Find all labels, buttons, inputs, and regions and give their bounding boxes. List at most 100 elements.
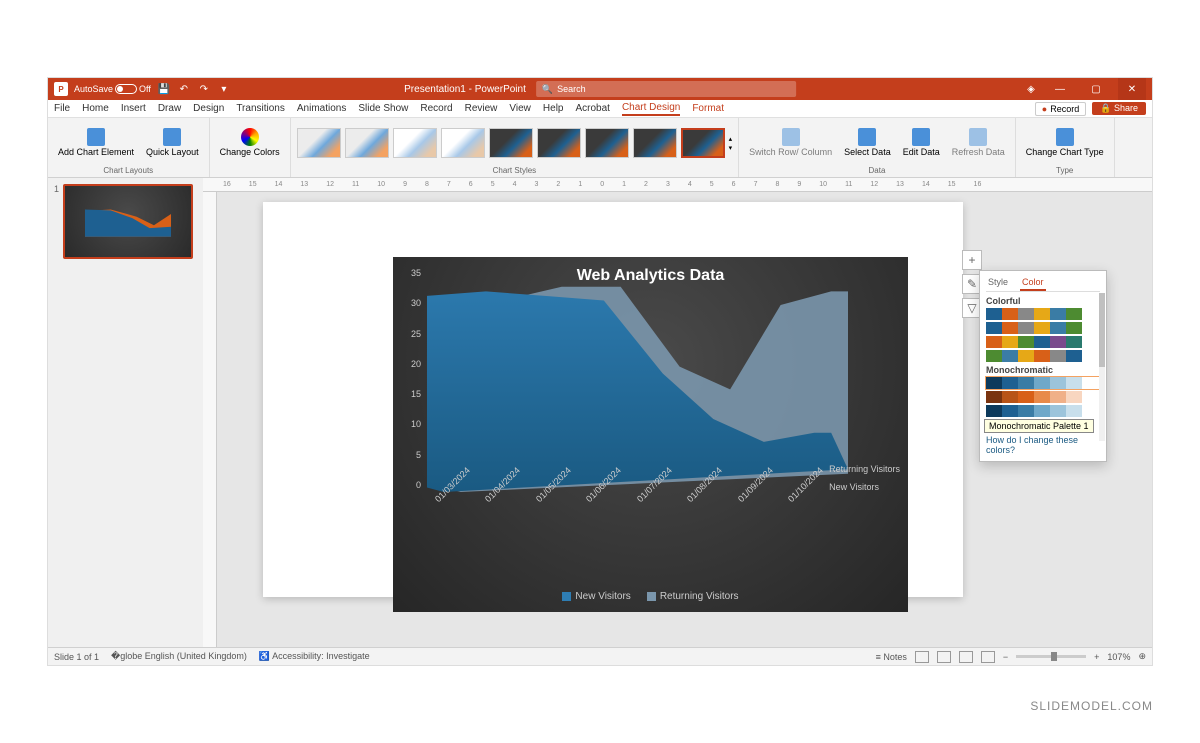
tab-help[interactable]: Help [543,103,564,114]
chart-style-4[interactable] [441,128,485,158]
slide-thumbnail-1[interactable]: 1 [54,184,197,259]
tab-review[interactable]: Review [465,103,498,114]
redo-icon[interactable]: ↷ [197,82,211,96]
normal-view-button[interactable] [915,651,929,663]
search-placeholder: Search [557,84,586,94]
legend-swatch-icon [562,592,571,601]
reading-view-button[interactable] [959,651,973,663]
minimize-button[interactable]: — [1046,78,1074,100]
colorful-palette-3[interactable] [986,336,1100,348]
add-chart-element-button[interactable]: Add Chart Element [54,126,138,160]
document-title: Presentation1 - PowerPoint [404,84,526,95]
edit-data-button[interactable]: Edit Data [899,126,944,160]
tab-file[interactable]: File [54,103,70,114]
refresh-data-button: Refresh Data [948,126,1009,160]
tab-record[interactable]: Record [420,103,452,114]
watermark: SLIDEMODEL.COM [1030,699,1153,713]
mono-palette-2[interactable] [986,391,1100,403]
qat-dropdown-icon[interactable]: ▾ [217,82,231,96]
thumbnail-preview [63,184,193,259]
colorful-palette-1[interactable] [986,308,1100,320]
zoom-out-button[interactable]: − [1003,652,1008,662]
zoom-slider[interactable] [1016,655,1086,658]
section-monochromatic: Monochromatic [986,365,1100,375]
autosave-label: AutoSave [74,84,113,94]
chart-style-6[interactable] [537,128,581,158]
toggle-icon [115,84,137,94]
slide-canvas[interactable]: Web Analytics Data 0 5 10 15 20 25 30 35 [263,202,963,597]
change-chart-type-button[interactable]: Change Chart Type [1022,126,1108,160]
slideshow-view-button[interactable] [981,651,995,663]
share-button[interactable]: 🔒 Share [1092,102,1146,115]
chart-style-7[interactable] [585,128,629,158]
tab-home[interactable]: Home [82,103,109,114]
group-chart-layouts: Add Chart Element Quick Layout Chart Lay… [48,118,210,177]
colorful-palette-4[interactable] [986,350,1100,362]
style-gallery-more[interactable]: ▴▾ [729,135,733,152]
legend-swatch-icon [647,592,656,601]
x-axis-labels: 01/03/2024 01/04/2024 01/05/2024 01/06/2… [433,497,798,562]
record-button[interactable]: ●Record [1035,102,1086,116]
chart-style-8[interactable] [633,128,677,158]
accessibility-status[interactable]: ♿ Accessibility: Investigate [259,651,370,662]
mono-palette-1[interactable] [986,377,1100,389]
tab-view[interactable]: View [509,103,531,114]
chart-elements-button[interactable]: + [962,250,982,270]
sorter-view-button[interactable] [937,651,951,663]
legend-new-visitors[interactable]: New Visitors [562,591,630,602]
section-colorful: Colorful [986,296,1100,306]
tab-slideshow[interactable]: Slide Show [358,103,408,114]
group-chart-styles: ▴▾ Chart Styles [291,118,740,177]
chart-type-icon [1056,128,1074,146]
tab-format[interactable]: Format [692,103,724,114]
close-button[interactable]: ✕ [1118,78,1146,100]
mono-palette-3[interactable] [986,405,1100,417]
popup-scrollbar[interactable] [1099,293,1105,441]
tab-transitions[interactable]: Transitions [236,103,285,114]
maximize-button[interactable]: ▢ [1082,78,1110,100]
search-input[interactable]: 🔍 Search [536,81,796,97]
language-status[interactable]: �globe English (United Kingdom) [111,651,247,662]
slide-counter[interactable]: Slide 1 of 1 [54,652,99,662]
legend-returning-visitors[interactable]: Returning Visitors [647,591,739,602]
popup-tab-style[interactable]: Style [986,275,1010,291]
quick-layout-icon [163,128,181,146]
chart-style-2[interactable] [345,128,389,158]
tab-draw[interactable]: Draw [158,103,181,114]
zoom-percent[interactable]: 107% [1107,652,1130,662]
funnel-icon: ▽ [967,301,976,315]
notes-button[interactable]: ≡ Notes [876,652,907,662]
chart-legend[interactable]: New Visitors Returning Visitors [393,591,908,602]
popup-tab-color[interactable]: Color [1020,275,1046,291]
autosave-toggle[interactable]: AutoSave Off [74,84,151,94]
colorful-palette-2[interactable] [986,322,1100,334]
change-colors-button[interactable]: Change Colors [216,126,284,160]
refresh-icon [969,128,987,146]
chart-plot-area[interactable]: 0 5 10 15 20 25 30 35 [423,312,848,562]
add-element-icon [87,128,105,146]
tab-design[interactable]: Design [193,103,224,114]
chart-style-1[interactable] [297,128,341,158]
chart-style-9-selected[interactable] [681,128,725,158]
quick-layout-button[interactable]: Quick Layout [142,126,203,160]
undo-icon[interactable]: ↶ [177,82,191,96]
save-icon[interactable]: 💾 [157,82,171,96]
titlebar: P AutoSave Off 💾 ↶ ↷ ▾ Presentation1 - P… [48,78,1152,100]
account-icon[interactable]: ◈ [1024,82,1038,96]
tab-acrobat[interactable]: Acrobat [575,103,609,114]
tab-animations[interactable]: Animations [297,103,346,114]
tab-insert[interactable]: Insert [121,103,146,114]
chart-style-5[interactable] [489,128,533,158]
zoom-in-button[interactable]: + [1094,652,1099,662]
fit-to-window-button[interactable]: ⊕ [1138,651,1146,662]
plus-icon: + [968,253,975,267]
group-type: Change Chart Type Type [1016,118,1115,177]
group-data: Switch Row/ Column Select Data Edit Data… [739,118,1016,177]
chart-color-popup: Style Color Colorful Monochromatic Monoc… [979,270,1107,462]
change-colors-help-link[interactable]: How do I change these colors? [986,435,1100,455]
tab-chart-design[interactable]: Chart Design [622,102,680,116]
ribbon: Add Chart Element Quick Layout Chart Lay… [48,118,1152,178]
chart-style-3[interactable] [393,128,437,158]
select-data-button[interactable]: Select Data [840,126,895,160]
chart-object[interactable]: Web Analytics Data 0 5 10 15 20 25 30 35 [393,257,908,612]
